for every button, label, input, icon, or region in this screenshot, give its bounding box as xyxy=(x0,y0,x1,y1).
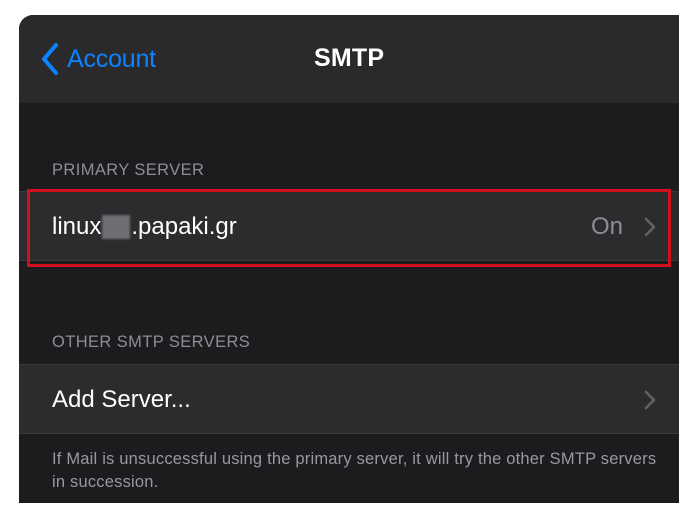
chevron-right-icon xyxy=(644,217,656,237)
smtp-footer-note: If Mail is unsuccessful using the primar… xyxy=(52,450,657,491)
primary-server-row[interactable]: linux .papaki.gr On xyxy=(19,191,679,261)
page-title: SMTP xyxy=(314,44,385,72)
primary-server-status: On xyxy=(590,213,623,240)
server-name-prefix: linux xyxy=(52,213,102,240)
other-smtp-servers-header: OTHER SMTP SERVERS xyxy=(52,333,251,351)
server-name-suffix: .papaki.gr xyxy=(131,213,237,240)
smtp-settings-screen: Account SMTP PRIMARY SERVER linux .papaki… xyxy=(19,15,679,503)
add-server-label: Add Server... xyxy=(52,386,191,413)
redacted-text xyxy=(102,215,131,239)
chevron-right-icon xyxy=(644,390,656,410)
chevron-left-icon xyxy=(42,43,58,75)
add-server-row[interactable]: Add Server... xyxy=(19,364,679,434)
primary-server-name: linux .papaki.gr xyxy=(52,213,237,241)
back-button-label: Account xyxy=(67,44,156,73)
back-button[interactable]: Account xyxy=(39,39,156,79)
navigation-bar: Account SMTP xyxy=(19,15,679,103)
primary-server-header: PRIMARY SERVER xyxy=(52,161,205,179)
